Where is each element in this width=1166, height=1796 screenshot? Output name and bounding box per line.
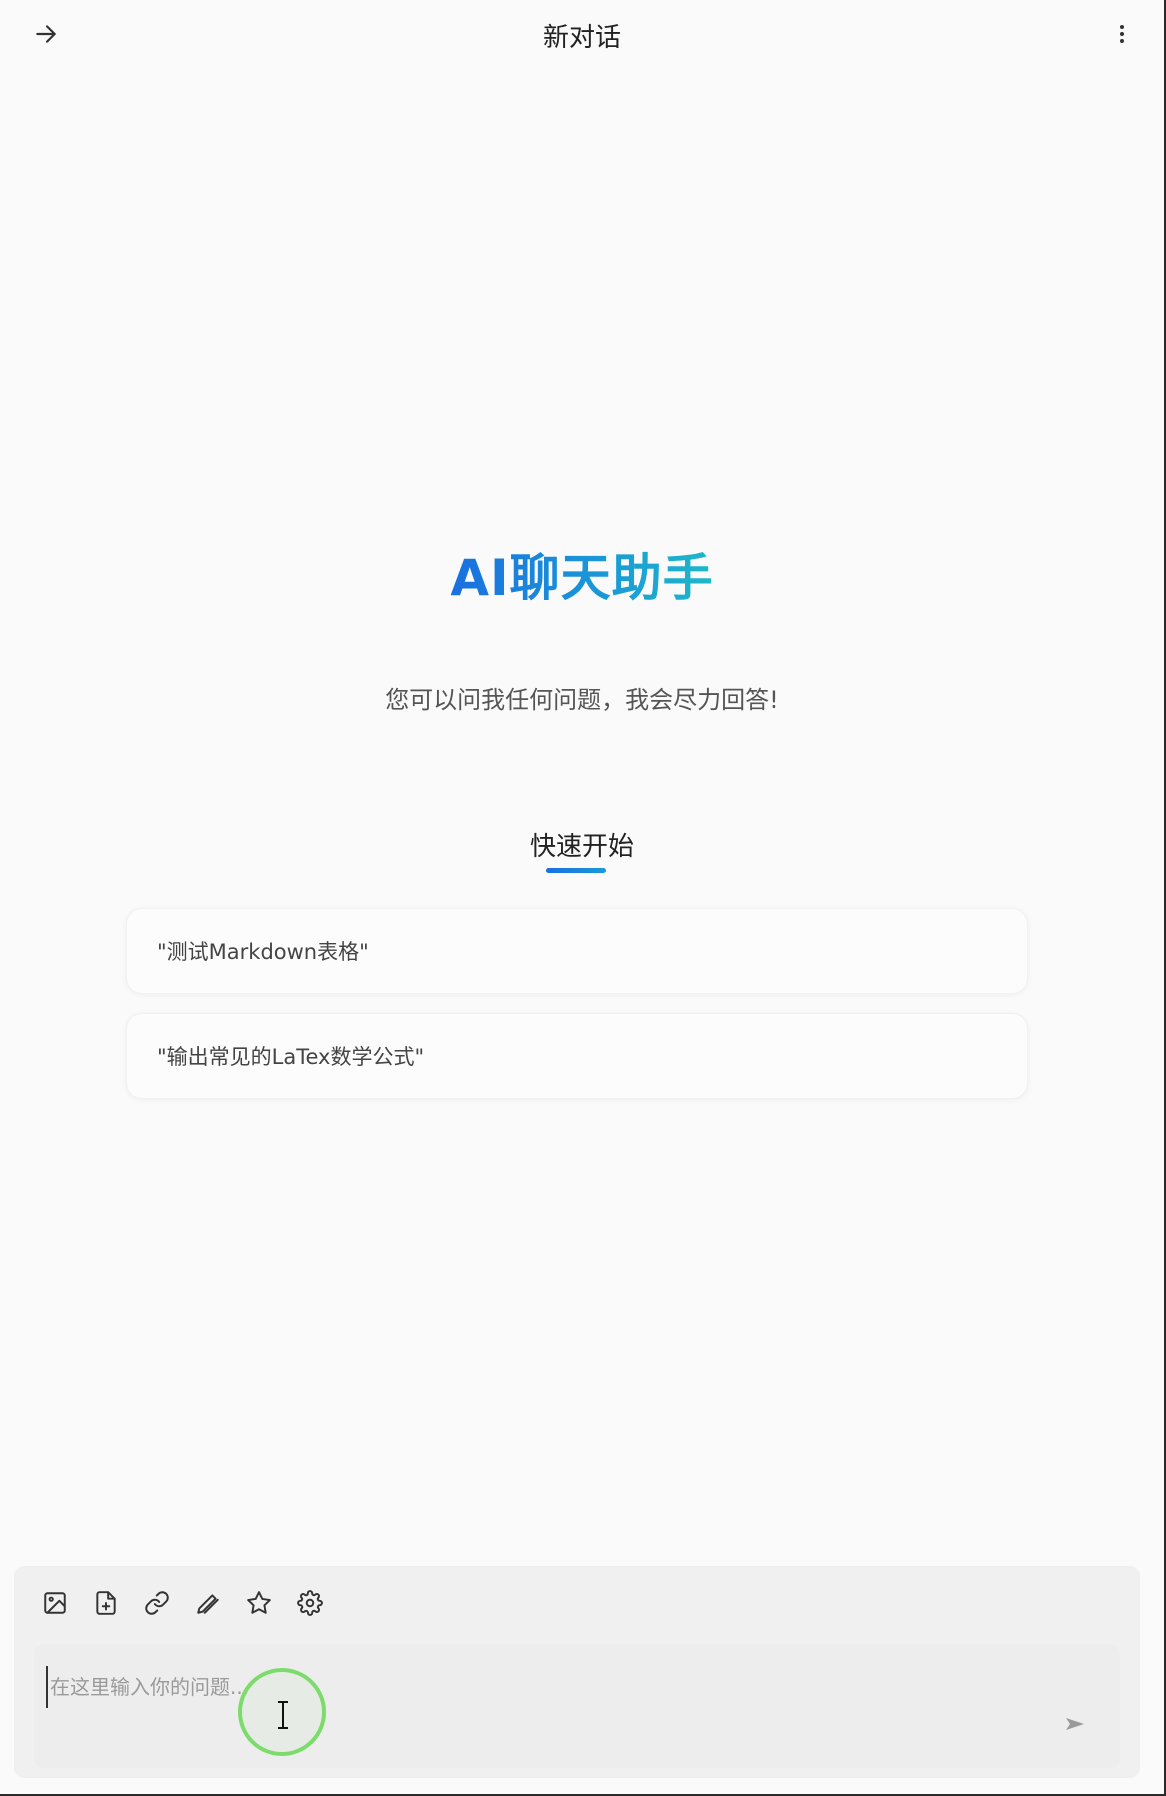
- suggestion-card[interactable]: "输出常见的LaTex数学公式": [126, 1013, 1028, 1099]
- header: 新对话: [0, 0, 1164, 70]
- welcome-title-text: AI聊天助手: [450, 549, 714, 607]
- suggestion-label: "测试Markdown表格": [157, 940, 369, 964]
- draw-icon: [197, 1594, 219, 1614]
- arrow-right-icon: [36, 25, 56, 43]
- link-icon: [145, 1591, 169, 1615]
- composer-toolbar: [38, 1586, 327, 1620]
- insert-image-button[interactable]: [38, 1586, 72, 1620]
- insert-link-button[interactable]: [140, 1586, 174, 1620]
- settings-button[interactable]: [293, 1586, 327, 1620]
- more-button[interactable]: [1102, 14, 1142, 54]
- favorite-button[interactable]: [242, 1586, 276, 1620]
- welcome-title: AI聊天助手: [0, 538, 1164, 610]
- text-cursor-icon: [278, 1701, 288, 1729]
- settings-icon: [297, 1590, 323, 1616]
- attach-file-button[interactable]: [89, 1586, 123, 1620]
- back-button[interactable]: [26, 14, 66, 54]
- welcome-subtitle: 您可以问我任何问题，我会尽力回答!: [385, 686, 779, 714]
- file-plus-icon: [96, 1591, 116, 1615]
- page-title: 新对话: [542, 22, 621, 53]
- composer: [14, 1566, 1140, 1778]
- chat-app: 新对话 AI聊天助手 您可以问我任何问题，我会尽力回答! 快速开始 "测试Mar…: [0, 0, 1166, 1796]
- quick-start-underline: [546, 868, 606, 873]
- star-icon: [247, 1591, 271, 1614]
- send-button[interactable]: [1050, 1704, 1100, 1744]
- send-icon: [1066, 1718, 1084, 1730]
- quick-start-title: 快速开始: [529, 832, 634, 862]
- message-input[interactable]: [46, 1666, 1012, 1708]
- suggestion-card[interactable]: "测试Markdown表格": [126, 908, 1028, 994]
- draw-button[interactable]: [191, 1586, 225, 1620]
- more-vertical-icon: [1120, 25, 1124, 43]
- image-icon: [44, 1592, 66, 1614]
- message-input-area: [34, 1644, 1120, 1768]
- suggestion-label: "输出常见的LaTex数学公式": [157, 1045, 425, 1069]
